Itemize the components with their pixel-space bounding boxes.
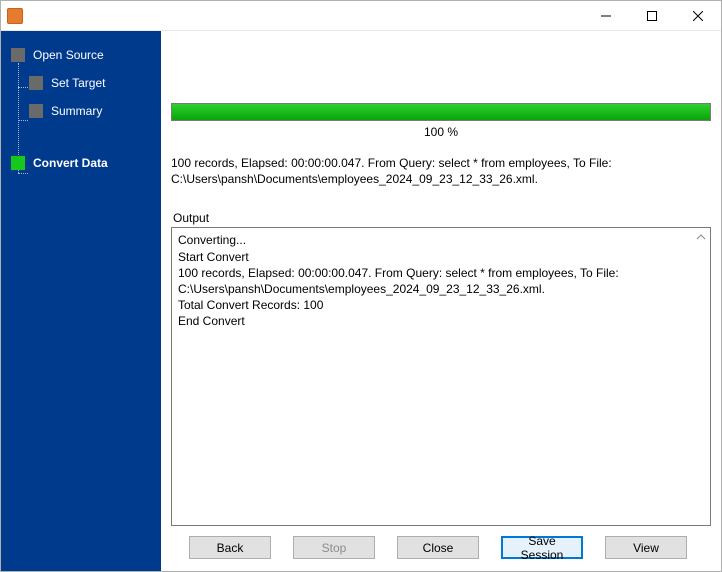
progress-bar [171, 103, 711, 121]
close-window-button[interactable] [675, 1, 721, 30]
output-label: Output [171, 211, 711, 225]
close-button[interactable]: Close [397, 536, 479, 559]
summary-text: 100 records, Elapsed: 00:00:00.047. From… [171, 155, 711, 187]
view-button[interactable]: View [605, 536, 687, 559]
sidebar-item-open-source[interactable]: Open Source [1, 41, 161, 69]
step-box-icon [29, 104, 43, 118]
sidebar-item-label: Set Target [51, 76, 105, 90]
output-line: Total Convert Records: 100 [178, 297, 704, 313]
sidebar-item-summary[interactable]: Summary [1, 97, 161, 125]
sidebar-item-set-target[interactable]: Set Target [1, 69, 161, 97]
scroll-up-icon [694, 230, 708, 244]
output-line: Start Convert [178, 249, 704, 265]
progress-fill [172, 104, 710, 120]
sidebar-item-label: Convert Data [33, 156, 108, 170]
minimize-button[interactable] [583, 1, 629, 30]
app-window: Open Source Set Target Summary Convert D… [0, 0, 722, 572]
titlebar-left [1, 8, 29, 24]
sidebar-item-convert-data[interactable]: Convert Data [1, 149, 161, 177]
wizard-sidebar: Open Source Set Target Summary Convert D… [1, 31, 161, 571]
back-button[interactable]: Back [189, 536, 271, 559]
button-bar: Back Stop Close Save Session View [171, 526, 711, 561]
output-textarea[interactable]: Converting... Start Convert 100 records,… [171, 227, 711, 526]
maximize-button[interactable] [629, 1, 675, 30]
titlebar [1, 1, 721, 31]
top-spacer [171, 37, 711, 103]
save-session-button[interactable]: Save Session [501, 536, 583, 559]
sidebar-item-label: Summary [51, 104, 102, 118]
output-line: Converting... [178, 232, 704, 248]
body: Open Source Set Target Summary Convert D… [1, 31, 721, 571]
sidebar-item-label: Open Source [33, 48, 104, 62]
output-line: End Convert [178, 313, 704, 329]
step-box-icon [11, 48, 25, 62]
app-icon [7, 8, 23, 24]
step-box-icon [29, 76, 43, 90]
progress-percent: 100 % [171, 125, 711, 139]
window-controls [583, 1, 721, 30]
main-content: 100 % 100 records, Elapsed: 00:00:00.047… [161, 31, 721, 571]
stop-button: Stop [293, 536, 375, 559]
output-line: 100 records, Elapsed: 00:00:00.047. From… [178, 265, 704, 297]
step-box-icon [11, 156, 25, 170]
